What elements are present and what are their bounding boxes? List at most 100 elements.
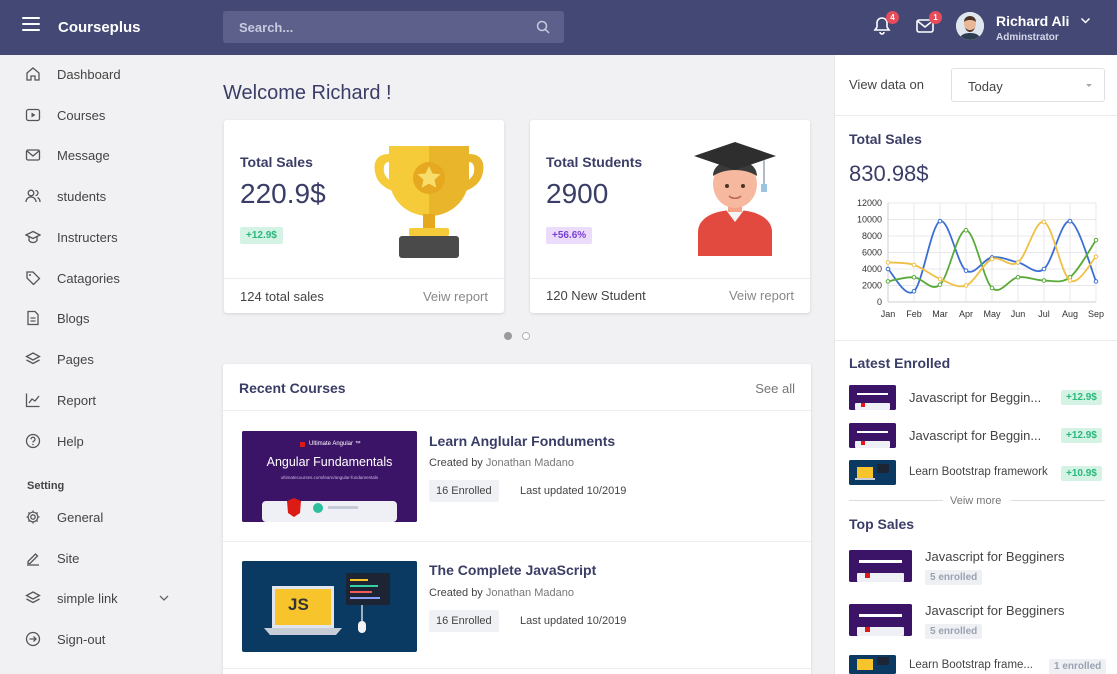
carousel-dot[interactable] [522,332,530,340]
sidebar-item-label: Report [57,393,97,408]
document-icon [27,310,39,326]
see-all-link[interactable]: See all [755,381,795,396]
created-by-label: Created by [429,587,483,599]
list-thumbnail-angular[interactable] [849,423,896,448]
list-thumbnail-angular[interactable] [849,385,896,410]
sidebar-item-courses[interactable]: Courses [0,100,190,130]
divider [223,668,811,669]
data-point [911,288,917,294]
sidebar-item-help[interactable]: Help [0,426,190,456]
list-item-name[interactable]: Javascript for Beggin... [909,390,1041,405]
y-tick-label: 10000 [857,215,882,225]
sidebar-item-label: Site [57,551,80,566]
y-tick-label: 8000 [862,231,882,241]
sidebar-item-simple-link[interactable]: simple link [0,583,190,613]
data-point [937,218,943,224]
divider [849,500,943,501]
data-point [885,260,891,265]
card-value: 220.9$ [240,178,326,209]
y-tick-label: 0 [877,297,882,307]
gear-icon [26,510,40,524]
last-updated: Last updated 10/2019 [520,615,627,627]
thumbnail-title: JS [288,595,309,614]
sidebar-item-general[interactable]: General [0,502,190,532]
messages-button[interactable]: 1 [915,11,942,38]
data-point [1093,237,1099,243]
course-title[interactable]: The Complete JavaScript [429,562,596,578]
sidebar-item-catagories[interactable]: Catagories [0,263,190,293]
divider [835,115,1117,116]
author-name[interactable]: Jonathan Madano [486,457,574,469]
list-item-name[interactable]: Javascript for Beggin... [909,428,1041,443]
divider [1011,500,1105,501]
y-tick-label: 12000 [857,198,882,208]
sidebar-item-dashboard[interactable]: Dashboard [0,59,190,89]
tag-icon [26,271,41,286]
search-input[interactable]: Search... [223,11,564,43]
data-point [911,274,917,280]
carousel-dot-active[interactable] [504,332,512,340]
sidebar-item-site[interactable]: Site [0,543,190,573]
x-tick-label: Mar [932,309,948,319]
graduation-cap-icon [25,230,41,244]
list-thumbnail-bootstrap[interactable] [849,460,896,485]
created-by-label: Created by [429,457,483,469]
data-point [1015,260,1021,265]
sidebar-item-label: Courses [57,108,106,123]
avatar[interactable] [956,12,984,40]
data-point [989,285,995,291]
course-title[interactable]: Learn Anglular Fonduments [429,433,615,449]
data-point [911,262,917,268]
divider [835,340,1117,341]
list-thumbnail-bootstrap[interactable] [849,655,896,674]
user-name[interactable]: Richard Ali [996,13,1069,29]
view-data-label: View data on [849,77,924,92]
sidebar-item-message[interactable]: Message [0,140,190,170]
list-item-name[interactable]: Javascript for Begginers [925,549,1064,564]
sidebar-item-report[interactable]: Report [0,385,190,415]
select-value: Today [968,79,1003,94]
list-thumbnail-angular[interactable] [849,550,912,582]
sidebar-item-blogs[interactable]: Blogs [0,303,190,333]
y-tick-label: 4000 [862,264,882,274]
divider [223,541,811,542]
chevron-down-icon[interactable] [159,593,169,603]
view-report-link[interactable]: Veiw report [423,289,488,304]
course-thumbnail-javascript[interactable]: JS [242,561,417,652]
data-point [1041,219,1047,225]
sidebar-item-instructers[interactable]: Instructers [0,222,190,252]
course-thumbnail-angular[interactable]: Ultimate Angular ™ Angular Fundamentals … [242,431,417,522]
messages-badge: 1 [929,11,942,24]
card-footer-text: 120 New Student [546,288,646,303]
section-title: Recent Courses [239,380,346,396]
sidebar-item-sign-out[interactable]: Sign-out [0,624,190,654]
chevron-down-icon[interactable] [1080,15,1091,26]
y-tick-label: 2000 [862,281,882,291]
view-data-select[interactable]: Today [951,68,1105,102]
last-updated: Last updated 10/2019 [520,485,627,497]
data-point [1067,218,1073,224]
card-title: Total Sales [240,154,313,170]
x-tick-label: May [983,309,1001,319]
list-thumbnail-angular[interactable] [849,604,912,636]
data-point [1093,254,1099,259]
view-report-link[interactable]: Veiw report [729,288,794,303]
list-item-name[interactable]: Javascript for Begginers [925,603,1064,618]
menu-icon[interactable] [22,17,40,31]
search-icon[interactable] [536,20,550,34]
notifications-badge: 4 [886,11,899,24]
sign-out-icon [25,631,41,647]
view-more-link[interactable]: Veiw more [849,495,1105,507]
list-item-name[interactable]: Learn Bootstrap frame... [909,659,1033,671]
notifications-button[interactable]: 4 [872,11,899,38]
list-item-name[interactable]: Learn Bootstrap framework [909,466,1048,478]
x-tick-label: Jun [1011,309,1026,319]
card-title: Total Students [546,154,643,170]
latest-enrolled-title: Latest Enrolled [849,355,951,371]
sidebar-item-students[interactable]: students [0,181,190,211]
author-name[interactable]: Jonathan Madano [486,587,574,599]
brand-logo[interactable]: Courseplus [58,19,141,36]
sidebar-item-pages[interactable]: Pages [0,344,190,374]
top-bar: Courseplus Search... 4 1 Richard Ali Adm… [0,0,1117,55]
javascript-thumbnail-art [242,561,417,649]
